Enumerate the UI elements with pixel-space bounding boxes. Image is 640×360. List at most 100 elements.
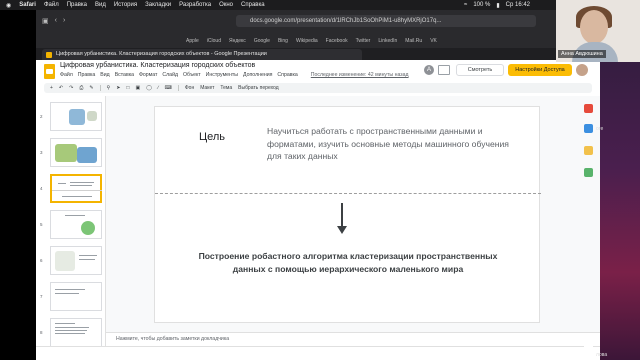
slide-canvas: Цель Научиться работать с пространственн… <box>106 96 600 332</box>
menu-tools[interactable]: Инструменты <box>206 72 238 78</box>
bookmark-item[interactable]: Wikipedia <box>296 38 318 44</box>
menubar-item-bookmarks[interactable]: Закладки <box>145 2 171 8</box>
thumbnail-image <box>55 251 75 271</box>
menu-view[interactable]: Вид <box>100 72 109 78</box>
share-button[interactable]: Настройки Доступа <box>508 64 572 76</box>
thumbnail-line <box>79 255 97 256</box>
back-icon[interactable]: ‹ <box>55 17 57 25</box>
app-icon[interactable] <box>584 168 593 177</box>
speaker-notes[interactable]: Нажмите, чтобы добавить заметки докладчи… <box>106 332 600 344</box>
bookmark-item[interactable]: Facebook <box>326 38 348 44</box>
paint-format-icon[interactable]: ✎ <box>89 85 93 91</box>
select-icon[interactable]: ➤ <box>116 85 120 91</box>
comment-add-icon[interactable]: ⌨ <box>165 85 172 91</box>
address-bar[interactable]: docs.google.com/presentation/d/1lRChJb1S… <box>236 15 536 27</box>
wifi-icon[interactable]: ≈ <box>464 2 467 8</box>
bookmark-item[interactable]: Яндекс <box>229 38 246 44</box>
bookmark-item[interactable]: Google <box>254 38 270 44</box>
slide-thumbnail[interactable] <box>50 246 102 275</box>
document-title[interactable]: Цифровая урбанистика. Кластеризация горо… <box>60 62 255 69</box>
undo-icon[interactable]: ↶ <box>59 85 63 91</box>
menubar-item-file[interactable]: Файл <box>44 2 59 8</box>
present-button[interactable]: Смотреть <box>456 64 504 76</box>
thumbnail-line <box>62 196 92 197</box>
menubar-item-help[interactable]: Справка <box>241 2 265 8</box>
slide-thumbnail[interactable] <box>50 282 102 311</box>
toolbar-divider <box>99 85 101 91</box>
slide-thumbnail[interactable] <box>50 102 102 131</box>
bookmark-item[interactable]: Apple <box>186 38 199 44</box>
forward-icon[interactable]: › <box>63 17 65 25</box>
slide-number: 4 <box>40 186 43 191</box>
app-icon[interactable] <box>584 146 593 155</box>
bookmark-item[interactable]: iCloud <box>207 38 221 44</box>
slide-thumbnail[interactable] <box>50 138 102 167</box>
menubar-item-view[interactable]: Вид <box>95 2 106 8</box>
battery-icon[interactable]: ▮ <box>496 2 499 9</box>
menu-slide[interactable]: Слайд <box>162 72 178 78</box>
comments-icon[interactable] <box>438 65 450 75</box>
thumbnail-line <box>55 293 79 294</box>
menu-edit[interactable]: Правка <box>78 72 96 78</box>
thumbnail-image <box>87 111 97 121</box>
print-icon[interactable]: ⎙ <box>79 85 83 91</box>
background-button[interactable]: Фон <box>185 85 194 91</box>
current-slide[interactable]: Цель Научиться работать с пространственн… <box>154 106 541 323</box>
menubar-item-history[interactable]: История <box>114 2 137 8</box>
slide-thumbnail[interactable] <box>50 318 102 347</box>
slide-thumbnail[interactable] <box>50 210 102 239</box>
redo-icon[interactable]: ↷ <box>69 85 73 91</box>
shape-icon[interactable]: ◯ <box>146 85 152 91</box>
slide-number: 7 <box>40 294 43 299</box>
thumbnail-line <box>55 289 85 290</box>
menu-insert[interactable]: Вставка <box>115 72 134 78</box>
menubar-item-develop[interactable]: Разработка <box>179 2 211 8</box>
slides-logo-icon[interactable] <box>44 64 55 79</box>
menubar-item-edit[interactable]: Правка <box>67 2 87 8</box>
goal-textbox[interactable]: Научиться работать с пространственными д… <box>267 125 517 163</box>
thumbnail-line <box>55 323 75 324</box>
goal-label[interactable]: Цель <box>199 131 225 143</box>
zoom-icon[interactable]: ⚲ <box>107 85 111 91</box>
menu-file[interactable]: Файл <box>60 72 73 78</box>
slide-number: 6 <box>40 258 43 263</box>
apple-icon[interactable]: ◉ <box>6 2 11 9</box>
bookmark-item[interactable]: Bing <box>278 38 288 44</box>
line-icon[interactable]: ∕ <box>158 85 159 91</box>
slide-filmstrip[interactable]: 2 3 4 5 6 7 8 <box>36 96 106 360</box>
slide-number: 3 <box>40 150 43 155</box>
transition-button[interactable]: Выбрать переход <box>238 85 279 91</box>
file-icon[interactable] <box>584 340 593 349</box>
result-textbox[interactable]: Построение робастного алгоритма кластери… <box>195 250 501 275</box>
menubar-item-window[interactable]: Окно <box>219 2 233 8</box>
app-icon[interactable] <box>584 124 593 133</box>
bookmark-item[interactable]: LinkedIn <box>378 38 397 44</box>
account-avatar[interactable] <box>576 64 588 76</box>
textbox-icon[interactable]: □ <box>126 85 129 91</box>
menubar-app-name[interactable]: Safari <box>19 2 36 8</box>
menu-addons[interactable]: Дополнения <box>243 72 272 78</box>
add-slide-icon[interactable]: + <box>50 85 53 91</box>
menu-object[interactable]: Объект <box>183 72 201 78</box>
bottom-bar <box>36 346 600 360</box>
menu-format[interactable]: Формат <box>139 72 157 78</box>
bookmark-item[interactable]: Twitter <box>356 38 371 44</box>
thumbnail-image <box>69 109 85 125</box>
bookmark-item[interactable]: VK <box>430 38 437 44</box>
slide-number: 2 <box>40 114 43 119</box>
sidebar-toggle-icon[interactable]: ▣ <box>42 17 49 25</box>
clock[interactable]: Ср 16:42 <box>506 2 530 8</box>
desktop-background <box>600 10 640 360</box>
collaborator-avatar[interactable]: A <box>424 65 434 75</box>
image-icon[interactable]: ▣ <box>135 85 140 91</box>
last-edit-link[interactable]: Последнее изменение: 42 минуты назад <box>311 72 409 78</box>
app-icon[interactable] <box>584 104 593 113</box>
slide-thumbnail-selected[interactable] <box>50 174 102 203</box>
menu-help[interactable]: Справка <box>277 72 297 78</box>
down-arrow-icon[interactable] <box>341 203 343 227</box>
layout-button[interactable]: Макет <box>200 85 214 91</box>
browser-tab-active[interactable]: Цифровая урбанистика. Кластеризация горо… <box>42 49 362 60</box>
theme-button[interactable]: Тема <box>220 85 232 91</box>
dashed-divider[interactable] <box>155 193 541 194</box>
bookmark-item[interactable]: Mail.Ru <box>405 38 422 44</box>
